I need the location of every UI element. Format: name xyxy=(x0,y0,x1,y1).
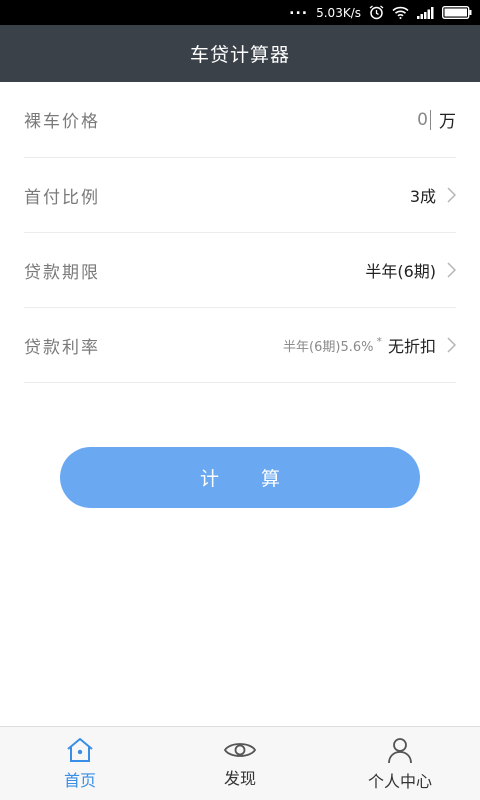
down-payment-value: 3成 xyxy=(409,187,436,206)
nav-item-profile[interactable]: 个人中心 xyxy=(320,727,480,800)
network-speed: 5.03K/s xyxy=(316,5,361,20)
car-price-input[interactable] xyxy=(388,109,428,130)
down-payment-selector[interactable]: 3成 xyxy=(410,183,456,207)
text-caret xyxy=(430,109,431,130)
down-payment-label: 首付比例 xyxy=(24,187,100,208)
nav-item-discover[interactable]: 发现 xyxy=(160,727,320,800)
battery-icon xyxy=(442,6,472,19)
bottom-nav: 首页 发现 个人中心 xyxy=(0,726,480,800)
chevron-right-icon xyxy=(447,187,456,203)
nav-label-home: 首页 xyxy=(63,770,96,790)
nav-label-discover: 发现 xyxy=(223,768,256,788)
loan-term-selector[interactable]: 半年(6期) xyxy=(365,258,456,282)
base-rate-text: 半年(6期)5.6% xyxy=(283,339,374,355)
page-title: 车贷计算器 xyxy=(189,44,290,66)
interest-rate-selector[interactable]: 半年(6期)5.6% * 无折扣 xyxy=(283,333,456,357)
nav-item-home[interactable]: 首页 xyxy=(0,727,160,800)
rate-star: * xyxy=(376,334,382,348)
calculate-button[interactable]: 计 算 xyxy=(60,447,420,508)
user-icon xyxy=(388,737,412,763)
chevron-right-icon xyxy=(447,337,456,353)
alarm-icon xyxy=(369,5,384,20)
car-price-control: 万 xyxy=(388,107,456,132)
notification-dots: ... xyxy=(289,1,309,18)
loan-term-label: 贷款期限 xyxy=(24,262,100,283)
discount-value: 无折扣 xyxy=(387,337,436,356)
loan-term-value: 半年(6期) xyxy=(365,262,436,281)
row-loan-term[interactable]: 贷款期限 半年(6期) xyxy=(24,233,456,308)
wifi-icon xyxy=(392,6,409,19)
row-car-price: 裸车价格 万 xyxy=(24,82,456,158)
loan-form: 裸车价格 万 首付比例 3成 贷款期限 半年(6期) 贷款利率 半年(6期)5.… xyxy=(0,82,480,383)
nav-label-profile: 个人中心 xyxy=(367,771,432,791)
eye-icon xyxy=(223,742,257,757)
row-interest-rate[interactable]: 贷款利率 半年(6期)5.6% * 无折扣 xyxy=(24,308,456,383)
row-down-payment[interactable]: 首付比例 3成 xyxy=(24,158,456,233)
interest-rate-label: 贷款利率 xyxy=(24,337,100,358)
home-icon xyxy=(67,737,93,762)
status-bar: ... 5.03K/s xyxy=(0,0,480,25)
car-price-label: 裸车价格 xyxy=(24,112,100,132)
title-bar: 车贷计算器 xyxy=(0,25,480,82)
signal-icon xyxy=(417,6,434,19)
price-unit: 万 xyxy=(439,112,456,132)
chevron-right-icon xyxy=(447,262,456,278)
